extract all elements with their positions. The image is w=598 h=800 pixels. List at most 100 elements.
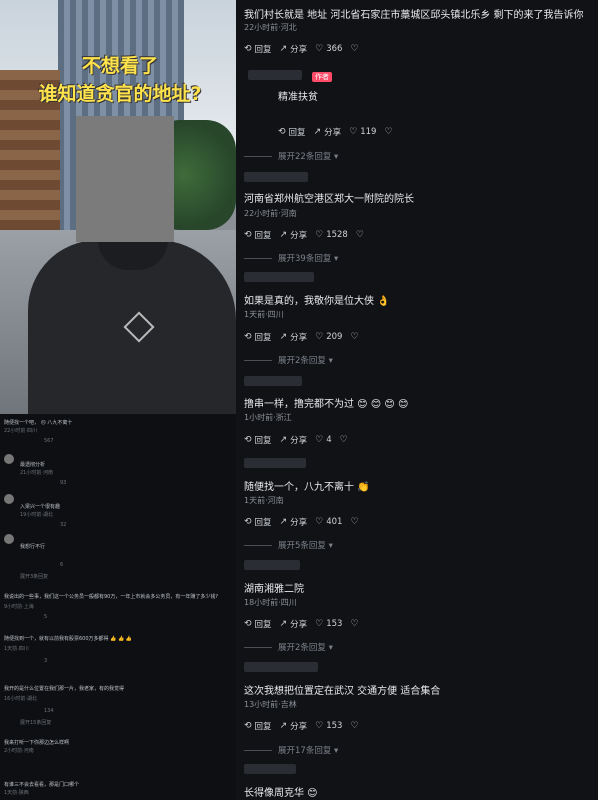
expand-label: 展开17条回复: [278, 746, 332, 756]
share-label: 分享: [290, 45, 308, 55]
comment-actions: ⟲ 回复 ↗ 分享 ♡ 153 ♡: [244, 618, 359, 630]
like-button[interactable]: ♡ 4: [315, 435, 332, 445]
expand-replies-link[interactable]: 展开2条回复 ▾: [244, 641, 333, 653]
dislike-button[interactable]: ♡: [350, 619, 358, 629]
reply-icon: ⟲: [278, 127, 286, 137]
share-icon: ↗: [279, 230, 288, 240]
share-icon: ↗: [279, 517, 288, 527]
dislike-icon: ♡: [350, 619, 359, 629]
expand-replies-link[interactable]: 展开2条回复 ▾: [244, 354, 333, 366]
like-count: 1528: [326, 230, 348, 240]
reply-icon: ⟲: [244, 44, 252, 54]
dislike-button[interactable]: ♡: [350, 517, 358, 527]
expand-label: 展开22条回复: [278, 152, 332, 162]
avatar[interactable]: [4, 494, 14, 504]
share-label: 分享: [290, 333, 308, 343]
reply-button[interactable]: ⟲ 回复: [244, 331, 272, 343]
like-button[interactable]: ♡ 153: [315, 721, 342, 731]
comment-text: 河南省郑州航空港区郑大一附院的院长: [244, 194, 414, 205]
comment-actions: ⟲ 回复 ↗ 分享 ♡ 401 ♡: [244, 516, 359, 528]
reply-actions: ⟲ 回复 ↗ 分享 ♡ 119 ♡: [278, 126, 393, 138]
comment-meta: 1天前·河南: [244, 496, 284, 505]
reply-button[interactable]: ⟲ 回复: [244, 43, 272, 55]
dislike-icon: ♡: [350, 721, 359, 731]
share-button[interactable]: ↗ 分享: [280, 516, 308, 528]
dislike-button[interactable]: ♡: [384, 127, 392, 137]
share-label: 分享: [290, 620, 308, 630]
comment-meta: 18小时前·四川: [244, 598, 297, 607]
mini-like-count: 5: [44, 614, 48, 620]
reply-button[interactable]: ⟲ 回复: [244, 618, 272, 630]
share-icon: ↗: [313, 127, 322, 137]
reply-label: 回复: [254, 436, 272, 446]
share-button[interactable]: ↗ 分享: [314, 126, 342, 138]
like-count: 153: [326, 619, 343, 629]
expand-replies-link[interactable]: 展开22条回复 ▾: [244, 150, 338, 162]
dislike-button[interactable]: ♡: [356, 230, 364, 240]
comment-text: 随便找一个，八九不离十 👏: [244, 482, 370, 493]
share-icon: ↗: [279, 44, 288, 54]
share-button[interactable]: ↗ 分享: [280, 43, 308, 55]
like-count: 401: [326, 517, 343, 527]
dislike-icon: ♡: [350, 517, 359, 527]
author-badge: 作者: [312, 72, 332, 82]
share-button[interactable]: ↗ 分享: [280, 720, 308, 732]
like-button[interactable]: ♡ 401: [315, 517, 342, 527]
mini-expand-replies[interactable]: 展开15条回复: [20, 720, 51, 727]
share-icon: ↗: [279, 435, 288, 445]
comment-text: 湖南湘雅二院: [244, 584, 304, 595]
dislike-button[interactable]: ♡: [350, 44, 358, 54]
dislike-icon: ♡: [350, 332, 359, 342]
like-count: 209: [326, 332, 343, 342]
reply-button[interactable]: ⟲ 回复: [244, 229, 272, 241]
expand-replies-link[interactable]: 展开5条回复 ▾: [244, 539, 333, 551]
like-count: 119: [360, 127, 377, 137]
expand-label: 展开5条回复: [278, 541, 326, 551]
comment-meta: 1天前·四川: [244, 310, 284, 319]
avatar[interactable]: [4, 454, 14, 464]
comment-actions: ⟲ 回复 ↗ 分享 ♡ 1528 ♡: [244, 229, 364, 241]
heart-icon: ♡: [315, 721, 324, 731]
mini-comment-text: 我来打听一下你那边怎么样啊: [4, 740, 70, 746]
mini-comment-meta: 2小时前·河南: [4, 748, 34, 754]
reply-button[interactable]: ⟲ 回复: [244, 516, 272, 528]
reply-button[interactable]: ⟲ 回复: [244, 434, 272, 446]
reply-label: 回复: [254, 231, 272, 241]
reply-button[interactable]: ⟲ 回复: [278, 126, 306, 138]
mini-comment-text: 我开的是什么位置在我们那一片，我老家，有的我觉得: [4, 686, 125, 692]
mini-comment-text: 入梁兴一个很有趣: [20, 504, 61, 510]
mini-like-count: 3: [44, 658, 48, 664]
share-label: 分享: [290, 722, 308, 732]
dislike-button[interactable]: ♡: [340, 435, 348, 445]
share-button[interactable]: ↗ 分享: [280, 229, 308, 241]
like-button[interactable]: ♡ 209: [315, 332, 342, 342]
like-button[interactable]: ♡ 119: [349, 127, 376, 137]
dislike-button[interactable]: ♡: [350, 332, 358, 342]
like-button[interactable]: ♡ 366: [315, 44, 342, 54]
reply-button[interactable]: ⟲ 回复: [244, 720, 272, 732]
mini-expand-replies[interactable]: 展开3条回复: [20, 574, 48, 581]
share-button[interactable]: ↗ 分享: [280, 618, 308, 630]
expand-replies-link[interactable]: 展开39条回复 ▾: [244, 252, 338, 264]
like-button[interactable]: ♡ 153: [315, 619, 342, 629]
comment-meta: 22小时前·河南: [244, 209, 297, 218]
comment-text: 如果是真的，我敬你是位大侠 👌: [244, 296, 390, 307]
expand-label: 展开39条回复: [278, 254, 332, 264]
comment-meta: 13小时前·吉林: [244, 700, 297, 709]
video-frame[interactable]: 不想看了 谁知道贪官的地址?: [0, 0, 236, 414]
avatar[interactable]: [4, 534, 14, 544]
like-button[interactable]: ♡ 1528: [315, 230, 348, 240]
reply-icon: ⟲: [244, 332, 252, 342]
dislike-icon: ♡: [339, 435, 348, 445]
reply-label: 回复: [254, 45, 272, 55]
like-count: 4: [326, 435, 332, 445]
reply-icon: ⟲: [244, 435, 252, 445]
mini-like-count: 567: [44, 438, 54, 444]
share-button[interactable]: ↗ 分享: [280, 331, 308, 343]
comment-actions: ⟲ 回复 ↗ 分享 ♡ 153 ♡: [244, 720, 359, 732]
heart-icon: ♡: [315, 435, 324, 445]
expand-replies-link[interactable]: 展开17条回复 ▾: [244, 744, 338, 756]
dislike-button[interactable]: ♡: [350, 721, 358, 731]
share-button[interactable]: ↗ 分享: [280, 434, 308, 446]
overlay-title-line-2: 谁知道贪官的地址?: [38, 83, 202, 105]
